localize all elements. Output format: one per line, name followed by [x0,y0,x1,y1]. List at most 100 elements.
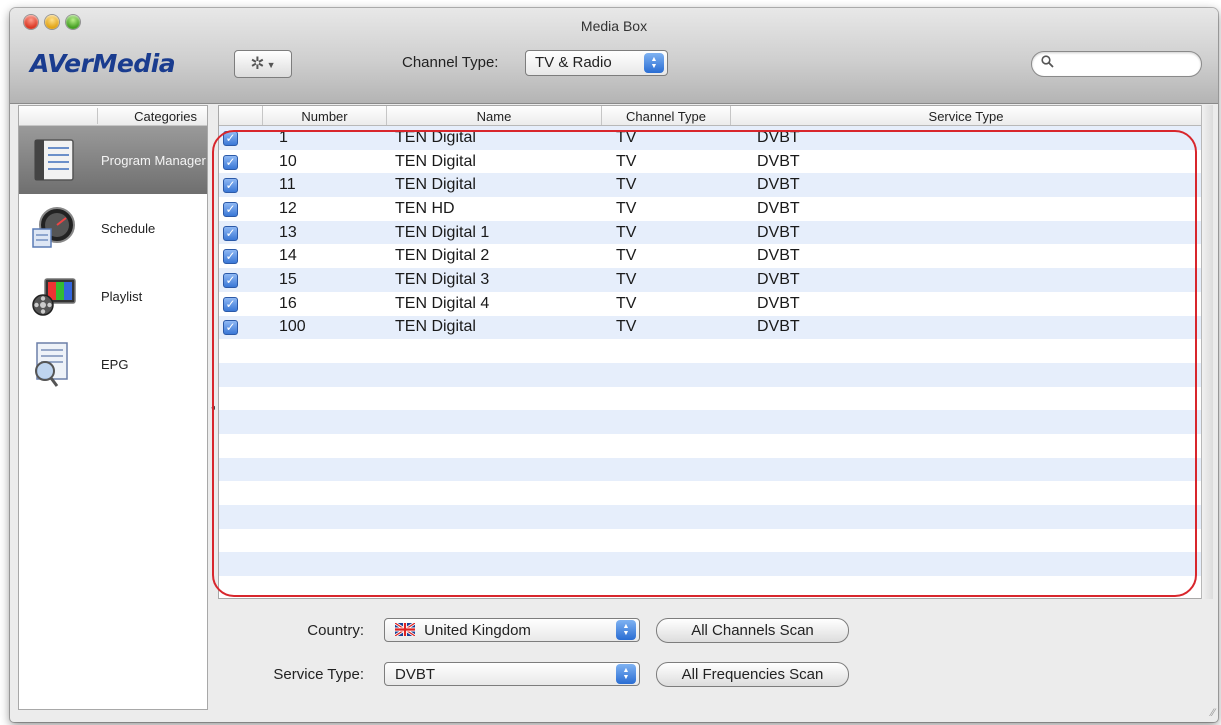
table-body: ✓ 1 TEN Digital TV DVBT ✓ 10 TEN Digital TV DVBT ✓… [219,126,1201,598]
cell-number: 16 [279,294,297,312]
channel-type-value: TV & Radio [535,54,612,71]
cell-name: TEN Digital [395,176,476,194]
country-value: United Kingdom [424,622,531,639]
cell-channel-type: TV [616,294,637,312]
column-header-check[interactable] [219,106,263,125]
row-checkbox-cell: ✓ [219,176,263,194]
cell-number: 1 [279,128,288,146]
row-checkbox-cell: ✓ [219,295,263,313]
cell-number: 11 [279,176,296,194]
row-checkbox[interactable]: ✓ [223,296,238,312]
empty-row [219,339,1201,363]
service-type-label: Service Type: [273,666,364,683]
empty-row [219,528,1201,553]
table-row[interactable]: ✓ 11 TEN Digital TV DVBT [219,173,1201,198]
row-checkbox[interactable]: ✓ [223,272,238,288]
sidebar-item-label: Schedule [101,220,156,236]
sidebar-item-label: Program Manager [101,152,206,168]
row-checkbox[interactable]: ✓ [223,201,238,217]
table-row[interactable]: ✓ 10 TEN Digital TV DVBT [219,149,1201,174]
row-checkbox[interactable]: ✓ [223,249,238,265]
window-title: Media Box [580,18,648,34]
channel-type-label: Channel Type: [402,54,499,71]
cell-service-type: DVBT [757,270,800,288]
search-icon [1041,55,1054,71]
categories-sidebar: Categories Program Manager Schedule Play… [18,105,208,710]
row-checkbox[interactable]: ✓ [223,320,238,336]
avermedia-logo: AVerMedia [30,49,176,78]
schedule-icon [32,207,75,248]
column-header-channel-type[interactable]: Channel Type [602,106,731,125]
cell-channel-type: TV [616,318,637,336]
column-header-name[interactable]: Name [387,106,602,125]
all-frequencies-scan-button[interactable]: All Frequencies Scan [656,662,849,687]
table-row[interactable]: ✓ 15 TEN Digital 3 TV DVBT [219,268,1201,292]
row-checkbox[interactable]: ✓ [223,154,238,170]
gear-icon: ✲ [250,54,265,73]
table-row[interactable]: ✓ 100 TEN Digital TV DVBT [219,315,1201,340]
cell-number: 12 [279,199,297,217]
cell-channel-type: TV [616,152,637,170]
country-select[interactable]: United Kingdom ▲ ▼ [384,618,640,642]
cell-name: TEN Digital [395,128,476,146]
table-row[interactable]: ✓ 1 TEN Digital TV DVBT [219,126,1201,150]
all-channels-scan-button[interactable]: All Channels Scan [656,618,849,643]
splitter-handle-icon[interactable]: ◂ [211,403,215,412]
table-row[interactable]: ✓ 14 TEN Digital 2 TV DVBT [219,244,1201,269]
cell-channel-type: TV [616,270,637,288]
cell-channel-type: TV [616,199,637,217]
table-scrollbar[interactable] [1201,105,1213,599]
cell-service-type: DVBT [757,199,800,217]
row-checkbox[interactable]: ✓ [223,178,238,194]
table-row[interactable]: ✓ 12 TEN HD TV DVBT [219,197,1201,221]
header-divider [97,108,98,124]
resize-grip-icon[interactable]: ⁄⁄ [1211,707,1215,719]
table-row[interactable]: ✓ 13 TEN Digital 1 TV DVBT [219,220,1201,245]
row-checkbox-cell: ✓ [219,224,263,242]
cell-service-type: DVBT [757,294,800,312]
cell-number: 15 [279,270,297,288]
empty-row [219,362,1201,387]
cell-name: TEN Digital 1 [395,223,490,241]
search-input[interactable] [1031,51,1202,77]
cell-channel-type: TV [616,247,637,265]
channel-table: Number Name Channel Type Service Type ✓ 1… [218,105,1202,599]
action-menu-button[interactable]: ✲ ▼ [234,50,292,78]
sidebar-item-schedule[interactable]: Schedule [19,194,207,262]
empty-row [219,433,1201,458]
epg-icon [35,342,68,387]
cell-number: 100 [279,318,306,336]
cell-channel-type: TV [616,223,637,241]
table-row[interactable]: ✓ 16 TEN Digital 4 TV DVBT [219,291,1201,316]
column-header-number[interactable]: Number [263,106,387,125]
cell-name: TEN HD [395,199,455,217]
row-checkbox[interactable]: ✓ [223,225,238,241]
popup-arrows-icon: ▲ ▼ [644,53,664,73]
country-label: Country: [307,622,364,639]
row-checkbox-cell: ✓ [219,129,263,147]
row-checkbox-cell: ✓ [219,153,263,171]
sidebar-item-program-manager[interactable]: Program Manager [19,126,207,194]
sidebar-item-playlist[interactable]: Playlist [19,262,207,330]
row-checkbox-cell: ✓ [219,247,263,265]
cell-channel-type: TV [616,176,637,194]
channel-type-select[interactable]: TV & Radio ▲ ▼ [525,50,668,76]
sidebar-item-epg[interactable]: EPG [19,330,207,398]
program-manager-icon [34,139,74,181]
popup-arrows-icon: ▲ ▼ [616,664,636,684]
service-type-select[interactable]: DVBT ▲ ▼ [384,662,640,686]
row-checkbox-cell: ✓ [219,318,263,336]
row-checkbox[interactable]: ✓ [223,130,238,146]
cell-service-type: DVBT [757,128,800,146]
cell-number: 10 [279,152,297,170]
cell-number: 14 [279,247,297,265]
media-box-window: Media Box AVerMedia ✲ ▼ Channel Type: TV… [10,8,1218,722]
title-toolbar: Media Box AVerMedia ✲ ▼ Channel Type: TV… [10,8,1218,104]
service-type-value: DVBT [395,666,436,683]
popup-arrows-icon: ▲ ▼ [616,620,636,640]
cell-number: 13 [279,223,297,241]
column-header-service-type[interactable]: Service Type [731,106,1201,125]
empty-row [219,552,1201,577]
empty-row [219,386,1201,411]
cell-name: TEN Digital 2 [395,247,490,265]
